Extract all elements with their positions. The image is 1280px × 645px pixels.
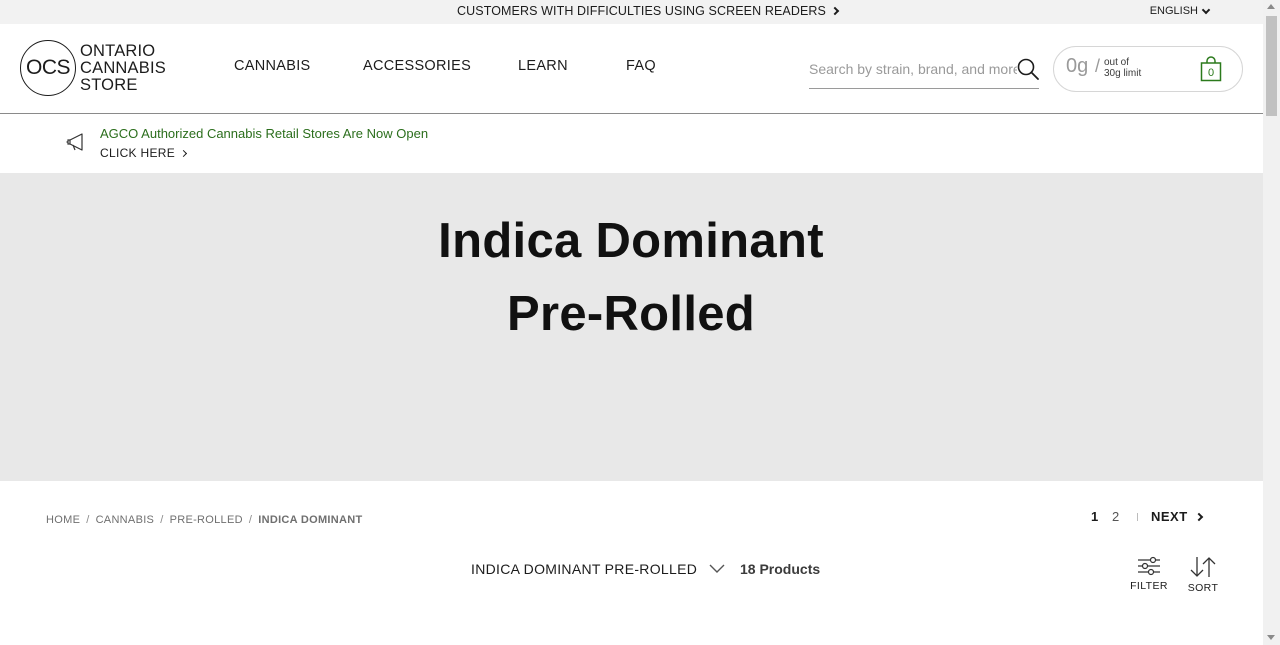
product-count: 18 Products <box>740 561 821 577</box>
sort-arrows-icon <box>1190 557 1216 577</box>
filter-button[interactable]: FILTER <box>1127 556 1171 602</box>
search-icon[interactable] <box>1017 58 1039 80</box>
breadcrumb-separator: / <box>248 514 253 526</box>
cart-count: 0 <box>1208 67 1214 79</box>
search-input[interactable] <box>809 58 1017 80</box>
breadcrumb-pre-rolled[interactable]: PRE-ROLLED <box>170 514 243 526</box>
logo-wordmark: ONTARIO CANNABIS STORE <box>80 41 166 94</box>
language-selector[interactable]: ENGLISH <box>1149 5 1211 17</box>
screen-reader-help-label: CUSTOMERS WITH DIFFICULTIES USING SCREEN… <box>457 4 826 18</box>
category-hero: Indica Dominant Pre-Rolled <box>0 173 1263 481</box>
nav-item-learn[interactable]: LEARN <box>518 58 568 74</box>
breadcrumb: HOME / CANNABIS / PRE-ROLLED / INDICA DO… <box>46 514 363 526</box>
scroll-up-arrow-icon[interactable] <box>1267 4 1275 9</box>
announcement-link[interactable]: CLICK HERE <box>100 146 188 160</box>
sliders-icon <box>1138 556 1160 576</box>
cart-grams: 0g <box>1066 55 1089 77</box>
breadcrumb-current: INDICA DOMINANT <box>258 514 363 526</box>
scrollbar-thumb[interactable] <box>1266 16 1277 116</box>
announcement-banner: AGCO Authorized Cannabis Retail Stores A… <box>0 115 1263 173</box>
chevron-down-icon <box>1201 5 1211 14</box>
chevron-right-icon <box>830 6 840 16</box>
cart-slash: / <box>1095 56 1101 76</box>
shopping-bag-icon: 0 <box>1200 56 1222 82</box>
cart-limit-line-1: out of <box>1104 57 1130 68</box>
next-page-button[interactable]: NEXT <box>1151 509 1203 524</box>
language-label: ENGLISH <box>1149 5 1198 17</box>
sort-label: SORT <box>1187 582 1219 594</box>
page-title: Indica Dominant Pre-Rolled <box>438 214 824 341</box>
page: CUSTOMERS WITH DIFFICULTIES USING SCREEN… <box>0 0 1263 645</box>
sort-button[interactable]: SORT <box>1181 556 1225 602</box>
search-bar <box>809 52 1039 89</box>
page-2-link[interactable]: 2 <box>1112 509 1119 524</box>
chevron-down-icon <box>709 564 725 573</box>
breadcrumb-separator: / <box>86 514 90 526</box>
logo-line-2: CANNABIS <box>80 58 166 77</box>
cart-limit-line-2: 30g limit <box>1104 68 1142 79</box>
cart-button[interactable]: 0g / out of 30g limit 0 <box>1053 46 1243 92</box>
breadcrumb-separator: / <box>160 514 164 526</box>
site-header: OCS ONTARIO CANNABIS STORE CANNABIS ACCE… <box>0 24 1263 114</box>
logo-mark: OCS <box>20 40 76 96</box>
utility-bar: CUSTOMERS WITH DIFFICULTIES USING SCREEN… <box>0 0 1263 24</box>
logo-line-1: ONTARIO <box>80 41 156 60</box>
cart-limit: out of 30g limit <box>1104 57 1141 79</box>
page-scrollbar[interactable] <box>1263 0 1280 645</box>
nav-item-faq[interactable]: FAQ <box>626 58 656 74</box>
pagination-divider <box>1137 513 1138 521</box>
scroll-down-arrow-icon[interactable] <box>1267 635 1275 640</box>
nav-item-cannabis[interactable]: CANNABIS <box>234 58 311 74</box>
megaphone-icon <box>66 133 83 151</box>
logo-line-3: STORE <box>80 75 138 94</box>
category-dropdown[interactable]: INDICA DOMINANT PRE-ROLLED <box>471 561 725 577</box>
category-dropdown-label: INDICA DOMINANT PRE-ROLLED <box>471 561 698 577</box>
breadcrumb-cannabis[interactable]: CANNABIS <box>96 514 155 526</box>
next-page-label: NEXT <box>1151 509 1188 524</box>
announcement-text: AGCO Authorized Cannabis Retail Stores A… <box>100 126 429 141</box>
chevron-right-icon <box>1194 512 1203 521</box>
page-1-link[interactable]: 1 <box>1091 509 1098 524</box>
breadcrumb-home[interactable]: HOME <box>46 514 80 526</box>
announcement-link-label: CLICK HERE <box>100 146 176 160</box>
ocs-logo[interactable]: OCS ONTARIO CANNABIS STORE <box>20 40 166 96</box>
chevron-right-icon <box>179 149 188 157</box>
screen-reader-help-link[interactable]: CUSTOMERS WITH DIFFICULTIES USING SCREEN… <box>457 4 840 18</box>
filter-label: FILTER <box>1130 580 1168 592</box>
nav-item-accessories[interactable]: ACCESSORIES <box>363 58 471 74</box>
